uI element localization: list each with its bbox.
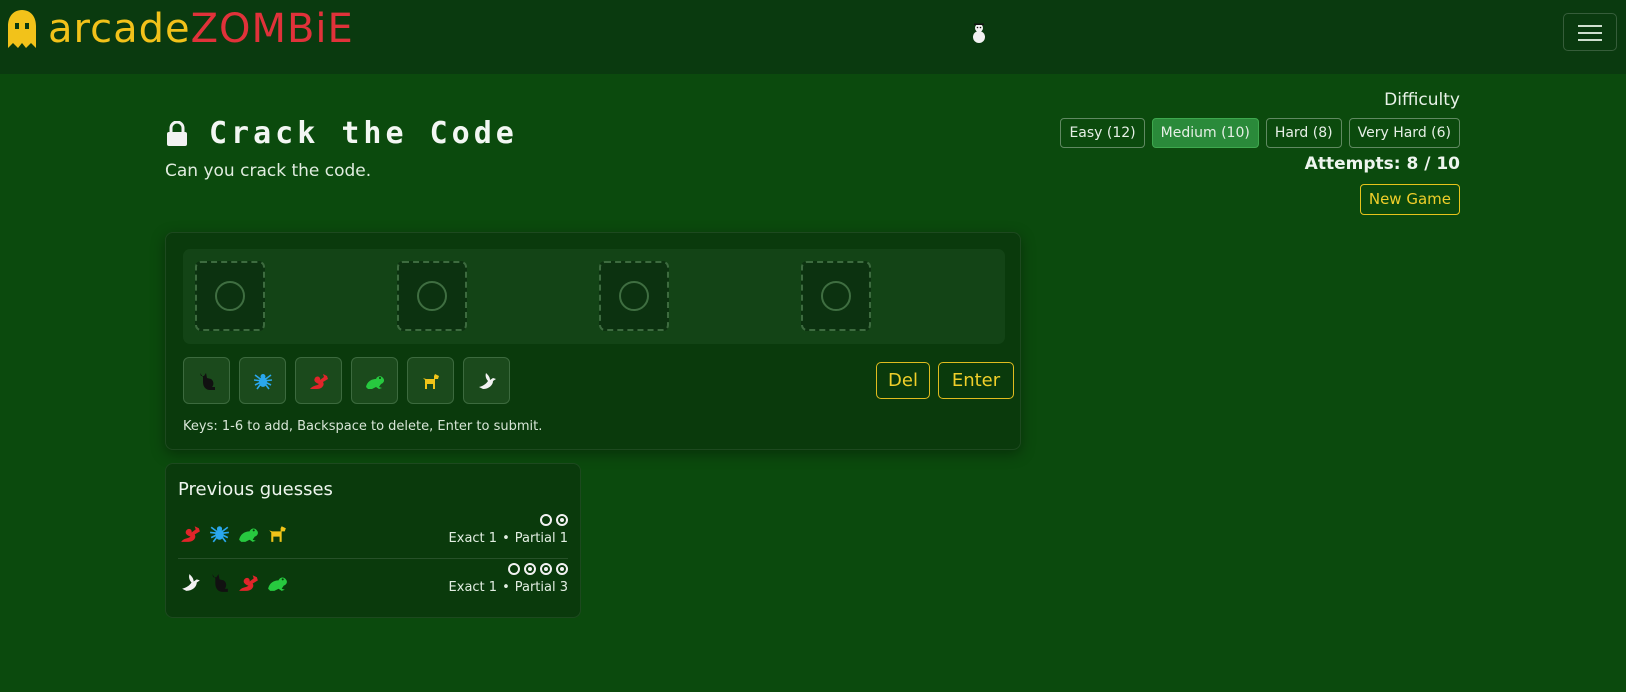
guess-symbols [178,521,290,546]
attempts-counter: Attempts: 8 / 10 [1304,154,1460,174]
partial-peg [556,514,568,526]
spider-icon [253,373,272,389]
partial-count: Partial 3 [514,580,568,595]
difficulty-medium-button[interactable]: Medium (10) [1151,118,1259,148]
code-slot-3[interactable] [599,261,669,331]
code-slot-1[interactable] [195,261,265,331]
guess-row: Exact 1 • Partial 3 [178,563,568,603]
feedback-pegs [508,563,568,575]
key-spider[interactable] [239,357,286,404]
cat-icon [199,372,215,390]
difficulty-easy-button[interactable]: Easy (12) [1060,118,1145,148]
exact-count: Exact 1 [448,531,498,546]
guess-row: Exact 1 • Partial 1 [178,514,568,559]
lock-icon [165,120,189,147]
dragon-icon [309,373,328,389]
guess-symbols [178,570,290,595]
code-slot-2[interactable] [397,261,467,331]
symbol-keypad [183,357,510,404]
dog-icon [422,373,439,389]
frog-icon [365,375,384,389]
navbar: arcadeZOMBiE [0,0,1626,74]
empty-slot-icon [215,281,245,311]
previous-guesses-panel: Previous guesses Exact 1 • Partial 1 Exa… [165,463,581,618]
brand-logo[interactable]: arcadeZOMBiE [6,8,354,50]
guess-result: Exact 1 • Partial 1 [449,531,568,546]
feedback-pegs [540,514,568,526]
previous-guesses-title: Previous guesses [178,479,333,500]
result-separator: • [502,531,510,546]
key-dog[interactable] [407,357,454,404]
dove-icon [182,574,200,591]
dragon-icon [239,575,258,591]
exact-count: Exact 1 [448,580,498,595]
frog-icon [239,528,258,542]
game-header: Crack the Code Can you crack the code. [165,116,518,181]
guess-result: Exact 1 • Partial 3 [449,580,568,595]
dog-icon [269,526,286,542]
partial-peg [556,563,568,575]
code-slot-4[interactable] [801,261,871,331]
result-separator: • [502,580,510,595]
difficulty-options: Easy (12) Medium (10) Hard (8) Very Hard… [1060,118,1460,148]
delete-button[interactable]: Del [876,362,930,399]
frog-icon [268,577,287,591]
brand-name-arcade: arcade [48,6,191,52]
partial-peg [524,563,536,575]
key-dove[interactable] [463,357,510,404]
dove-icon [478,372,496,389]
partial-count: Partial 1 [514,531,568,546]
key-frog[interactable] [351,357,398,404]
snowman-icon [968,22,990,44]
key-cat[interactable] [183,357,230,404]
hamburger-icon [1578,25,1602,27]
keyboard-hint: Keys: 1-6 to add, Backspace to delete, E… [183,419,543,434]
empty-slot-icon [619,281,649,311]
brand-name: arcadeZOMBiE [48,8,354,50]
enter-button[interactable]: Enter [938,362,1014,399]
cat-icon [212,574,228,592]
exact-peg [540,514,552,526]
difficulty-hard-button[interactable]: Hard (8) [1265,118,1342,148]
difficulty-very-hard-button[interactable]: Very Hard (6) [1348,118,1460,148]
brand-name-zombie: ZOMBiE [190,6,354,52]
spider-icon [210,526,229,543]
hamburger-icon [1578,32,1602,34]
hamburger-icon [1578,39,1602,41]
difficulty-label: Difficulty [1384,90,1460,110]
game-board: Del Enter Keys: 1-6 to add, Backspace to… [165,232,1021,450]
key-dragon[interactable] [295,357,342,404]
empty-slot-icon [417,281,447,311]
ghost-icon [6,8,38,50]
partial-peg [540,563,552,575]
exact-peg [508,563,520,575]
page-subtitle: Can you crack the code. [165,161,372,181]
empty-slot-icon [821,281,851,311]
hamburger-menu-button[interactable] [1563,13,1617,51]
page-title: Crack the Code [209,116,518,151]
dragon-icon [181,526,200,542]
new-game-button[interactable]: New Game [1359,184,1460,215]
code-slot-row [183,249,1005,344]
